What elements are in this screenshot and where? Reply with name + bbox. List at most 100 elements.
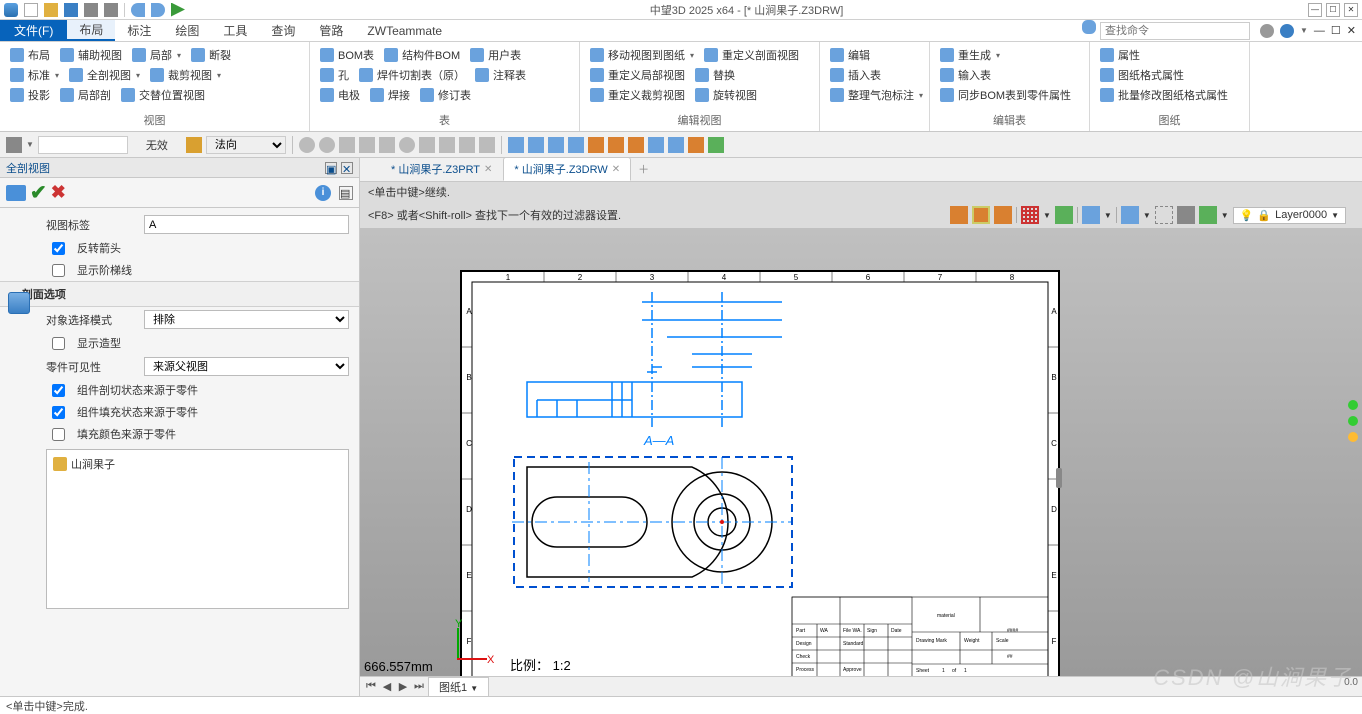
btn-weld-cut[interactable]: 焊件切割表（原）	[355, 66, 469, 84]
tb-icon-15[interactable]	[588, 137, 604, 153]
chk-section-from-part[interactable]	[52, 384, 65, 397]
btn-struct-bom[interactable]: 结构件BOM	[380, 46, 464, 64]
tool-normal-icon[interactable]	[186, 137, 202, 153]
grid-dd[interactable]: ▼	[1043, 211, 1051, 220]
ct-wireframe-icon[interactable]	[1155, 206, 1173, 224]
tb-icon-8[interactable]	[439, 137, 455, 153]
ct-snap-icon[interactable]	[1055, 206, 1073, 224]
tb-icon-4[interactable]	[359, 137, 375, 153]
btn-welding[interactable]: 焊接	[366, 86, 414, 104]
command-search[interactable]	[1100, 22, 1250, 40]
tb-icon-21[interactable]	[708, 137, 724, 153]
tab-draw[interactable]: 绘图	[163, 20, 211, 41]
btn-sync-bom[interactable]: 同步BOM表到零件属性	[936, 86, 1075, 104]
ct-zoom-icon[interactable]	[1082, 206, 1100, 224]
filter-dd[interactable]: ▼	[26, 140, 34, 149]
chk-show-step[interactable]	[52, 264, 65, 277]
tool-filter-icon[interactable]	[6, 137, 22, 153]
btn-balloon[interactable]: 整理气泡标注▾	[826, 86, 927, 104]
play-icon[interactable]	[171, 3, 185, 17]
panel-close-icon[interactable]: ✕	[341, 162, 353, 174]
save-icon[interactable]	[64, 3, 78, 17]
tb-icon-16[interactable]	[608, 137, 624, 153]
sheet-first[interactable]: ⏮	[364, 680, 378, 693]
drawing-canvas[interactable]: 12345678 12345678 ABCDEF ABCDEF	[360, 228, 1362, 676]
btn-note-table[interactable]: 注释表	[471, 66, 530, 84]
mdi-minimize[interactable]: —	[1314, 25, 1325, 37]
btn-full-section[interactable]: 全剖视图▾	[65, 66, 144, 84]
settings-icon[interactable]	[1260, 24, 1274, 38]
chk-reverse-arrow[interactable]	[52, 242, 65, 255]
tb-icon-14[interactable]	[568, 137, 584, 153]
btn-projection[interactable]: 投影	[6, 86, 54, 104]
section-options-hdr[interactable]: 剖面选项	[0, 281, 359, 307]
restore-button[interactable]: ☐	[1326, 3, 1340, 17]
btn-props[interactable]: 属性	[1096, 46, 1144, 64]
sheet-tab[interactable]: 图纸1 ▼	[428, 677, 489, 697]
panel-pin-icon[interactable]: ▣	[325, 162, 337, 174]
ct-display-icon[interactable]	[1121, 206, 1139, 224]
ct-icon-3[interactable]	[994, 206, 1012, 224]
open-icon[interactable]	[44, 3, 58, 17]
add-tab[interactable]: ＋	[631, 157, 656, 181]
btn-redef-crop[interactable]: 重定义裁剪视图	[586, 86, 689, 104]
btn-break[interactable]: 断裂	[187, 46, 235, 64]
sheet-last[interactable]: ⏭	[412, 680, 426, 693]
tb-icon-13[interactable]	[548, 137, 564, 153]
print-preview-icon[interactable]	[104, 3, 118, 17]
close-button[interactable]: ✕	[1344, 3, 1358, 17]
combo-selection[interactable]	[38, 136, 128, 154]
btn-sheet-fmt[interactable]: 图纸格式属性	[1096, 66, 1188, 84]
btn-aux-view[interactable]: 辅助视图	[56, 46, 126, 64]
tree-item[interactable]: 山涧果子	[51, 454, 344, 474]
tab-tools[interactable]: 工具	[211, 20, 259, 41]
btn-batch-fmt[interactable]: 批量修改图纸格式属性	[1096, 86, 1232, 104]
panel-mode-icon[interactable]	[6, 185, 26, 201]
chk-show-shape[interactable]	[52, 337, 65, 350]
btn-move-view[interactable]: 移动视图到图纸▾	[586, 46, 698, 64]
tb-icon-5[interactable]	[379, 137, 395, 153]
tb-icon-6[interactable]	[399, 137, 415, 153]
btn-alt-position[interactable]: 交替位置视图	[117, 86, 209, 104]
info-icon[interactable]: i	[315, 185, 331, 201]
tab-piping[interactable]: 管路	[307, 20, 355, 41]
mdi-restore[interactable]: ☐	[1331, 24, 1341, 37]
panel-menu-icon[interactable]: ▤	[339, 186, 353, 200]
ct-icon-2[interactable]	[972, 206, 990, 224]
sheet-prev[interactable]: ◀	[380, 680, 394, 693]
ct-material-icon[interactable]	[1199, 206, 1217, 224]
confirm-button[interactable]: ✔	[30, 180, 47, 205]
cloud-icon[interactable]	[1082, 20, 1096, 34]
tb-icon-19[interactable]	[668, 137, 684, 153]
btn-user-table[interactable]: 用户表	[466, 46, 525, 64]
btn-replace[interactable]: 替换	[691, 66, 739, 84]
btn-redef-section[interactable]: 重定义剖面视图	[700, 46, 803, 64]
tb-icon-10[interactable]	[479, 137, 495, 153]
combo-direction[interactable]: 法向	[206, 136, 286, 154]
canvas-handle[interactable]	[1056, 468, 1062, 488]
mdi-close[interactable]: ✕	[1347, 24, 1356, 37]
close-tab-icon[interactable]: ✕	[484, 164, 492, 175]
btn-bom[interactable]: BOM表	[316, 46, 378, 64]
file-menu[interactable]: 文件(F)	[0, 20, 67, 41]
btn-import-table[interactable]: 输入表	[936, 66, 995, 84]
btn-edit[interactable]: 编辑	[826, 46, 874, 64]
tb-icon-11[interactable]	[508, 137, 524, 153]
tb-icon-18[interactable]	[648, 137, 664, 153]
help-icon[interactable]	[1280, 24, 1294, 38]
btn-detail[interactable]: 局部▾	[128, 46, 185, 64]
display-dd[interactable]: ▼	[1143, 211, 1151, 220]
btn-redef-detail[interactable]: 重定义局部视图	[586, 66, 689, 84]
ct-shade-icon[interactable]	[1177, 206, 1195, 224]
btn-rotate-view[interactable]: 旋转视图	[691, 86, 761, 104]
tab-layout[interactable]: 布局	[67, 20, 115, 41]
ct-grid-icon[interactable]	[1021, 206, 1039, 224]
minimize-button[interactable]: —	[1308, 3, 1322, 17]
btn-layout[interactable]: 布局	[6, 46, 54, 64]
tb-icon-20[interactable]	[688, 137, 704, 153]
new-icon[interactable]	[24, 3, 38, 17]
btn-electrode[interactable]: 电极	[316, 86, 364, 104]
chk-fill-from-part[interactable]	[52, 406, 65, 419]
doc-tab-prt[interactable]: * 山涧果子.Z3PRT✕	[380, 157, 503, 181]
btn-regen[interactable]: 重生成▾	[936, 46, 1004, 64]
